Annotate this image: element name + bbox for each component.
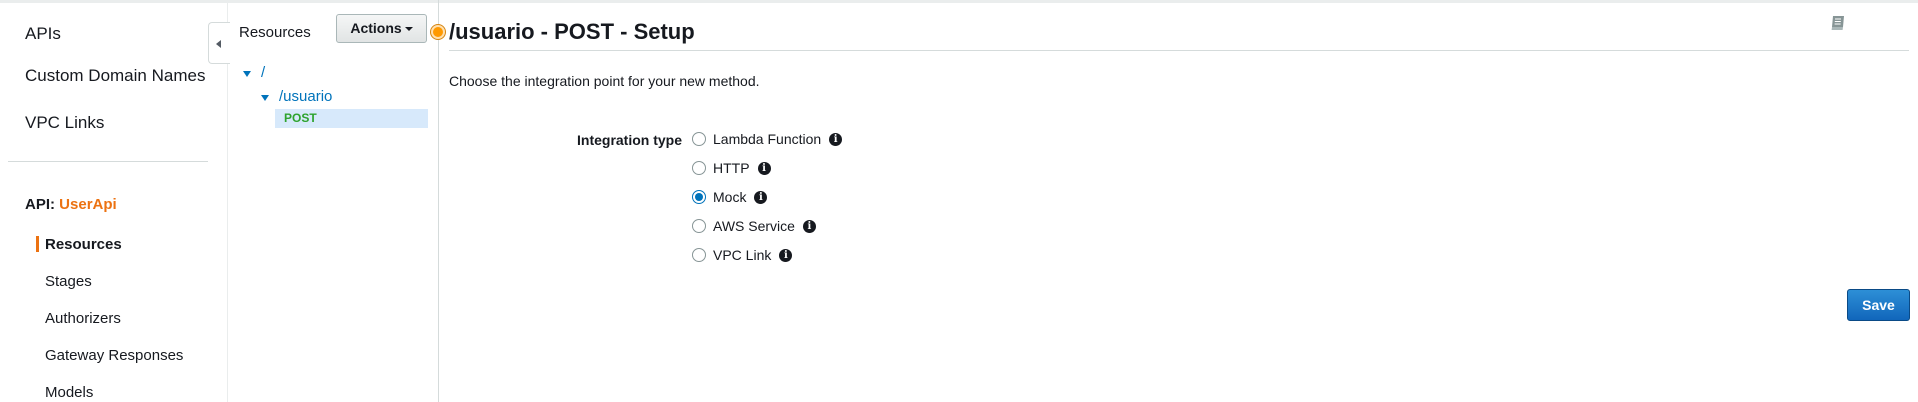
resources-panel-title: Resources	[239, 24, 311, 41]
active-indicator	[36, 236, 39, 252]
resize-handle-icon[interactable]	[431, 25, 445, 39]
api-selector: API: UserApi	[25, 196, 117, 213]
radio-lambda-function[interactable]	[692, 132, 706, 146]
nav-item-stages[interactable]: Stages	[45, 273, 92, 290]
option-label: HTTP	[713, 160, 750, 176]
nav-item-models[interactable]: Models	[45, 384, 93, 401]
title-divider	[449, 50, 1909, 51]
option-label: AWS Service	[713, 218, 795, 234]
tree-node-root[interactable]: /	[261, 64, 265, 81]
page-title: /usuario - POST - Setup	[449, 19, 695, 44]
nav-item-apis[interactable]: APIs	[25, 24, 61, 44]
left-navigation: APIs Custom Domain Names VPC Links API: …	[0, 0, 228, 402]
info-icon[interactable]: i	[757, 161, 771, 175]
collapse-nav-button[interactable]	[208, 22, 230, 64]
resources-tree-panel: Resources Actions / /usuario POST	[229, 0, 439, 402]
option-vpc-link[interactable]: VPC Link i	[692, 245, 793, 265]
info-icon[interactable]: i	[779, 248, 793, 262]
nav-divider	[8, 161, 208, 162]
book-icon[interactable]	[1829, 14, 1847, 32]
nav-item-vpc-links[interactable]: VPC Links	[25, 113, 104, 133]
actions-label: Actions	[350, 20, 402, 36]
api-name-link[interactable]: UserApi	[59, 196, 117, 213]
intro-text: Choose the integration point for your ne…	[449, 73, 760, 89]
radio-mock[interactable]	[692, 190, 706, 204]
nav-item-authorizers[interactable]: Authorizers	[45, 310, 121, 327]
info-icon[interactable]: i	[802, 219, 816, 233]
nav-item-custom-domain-names[interactable]: Custom Domain Names	[25, 66, 205, 86]
actions-dropdown-button[interactable]: Actions	[336, 14, 427, 43]
expand-caret-icon[interactable]	[261, 95, 269, 101]
tree-node-post-method[interactable]: POST	[275, 109, 428, 128]
option-aws-service[interactable]: AWS Service i	[692, 216, 816, 236]
option-label: VPC Link	[713, 247, 772, 263]
integration-type-label: Integration type	[577, 132, 683, 148]
nav-item-resources[interactable]: Resources	[45, 236, 122, 253]
radio-vpc-link[interactable]	[692, 248, 706, 262]
expand-caret-icon[interactable]	[243, 71, 251, 77]
save-button[interactable]: Save	[1847, 289, 1910, 321]
option-mock[interactable]: Mock i	[692, 187, 768, 207]
tree-node-usuario[interactable]: /usuario	[279, 88, 332, 105]
info-icon[interactable]: i	[829, 132, 843, 146]
api-prefix: API:	[25, 196, 55, 213]
option-label: Mock	[713, 189, 747, 205]
nav-item-gateway-responses[interactable]: Gateway Responses	[45, 347, 183, 364]
info-icon[interactable]: i	[754, 190, 768, 204]
option-http[interactable]: HTTP i	[692, 158, 771, 178]
radio-http[interactable]	[692, 161, 706, 175]
caret-down-icon	[404, 27, 413, 32]
radio-aws-service[interactable]	[692, 219, 706, 233]
option-label: Lambda Function	[713, 131, 822, 147]
option-lambda-function[interactable]: Lambda Function i	[692, 129, 843, 149]
method-label: POST	[284, 111, 317, 125]
